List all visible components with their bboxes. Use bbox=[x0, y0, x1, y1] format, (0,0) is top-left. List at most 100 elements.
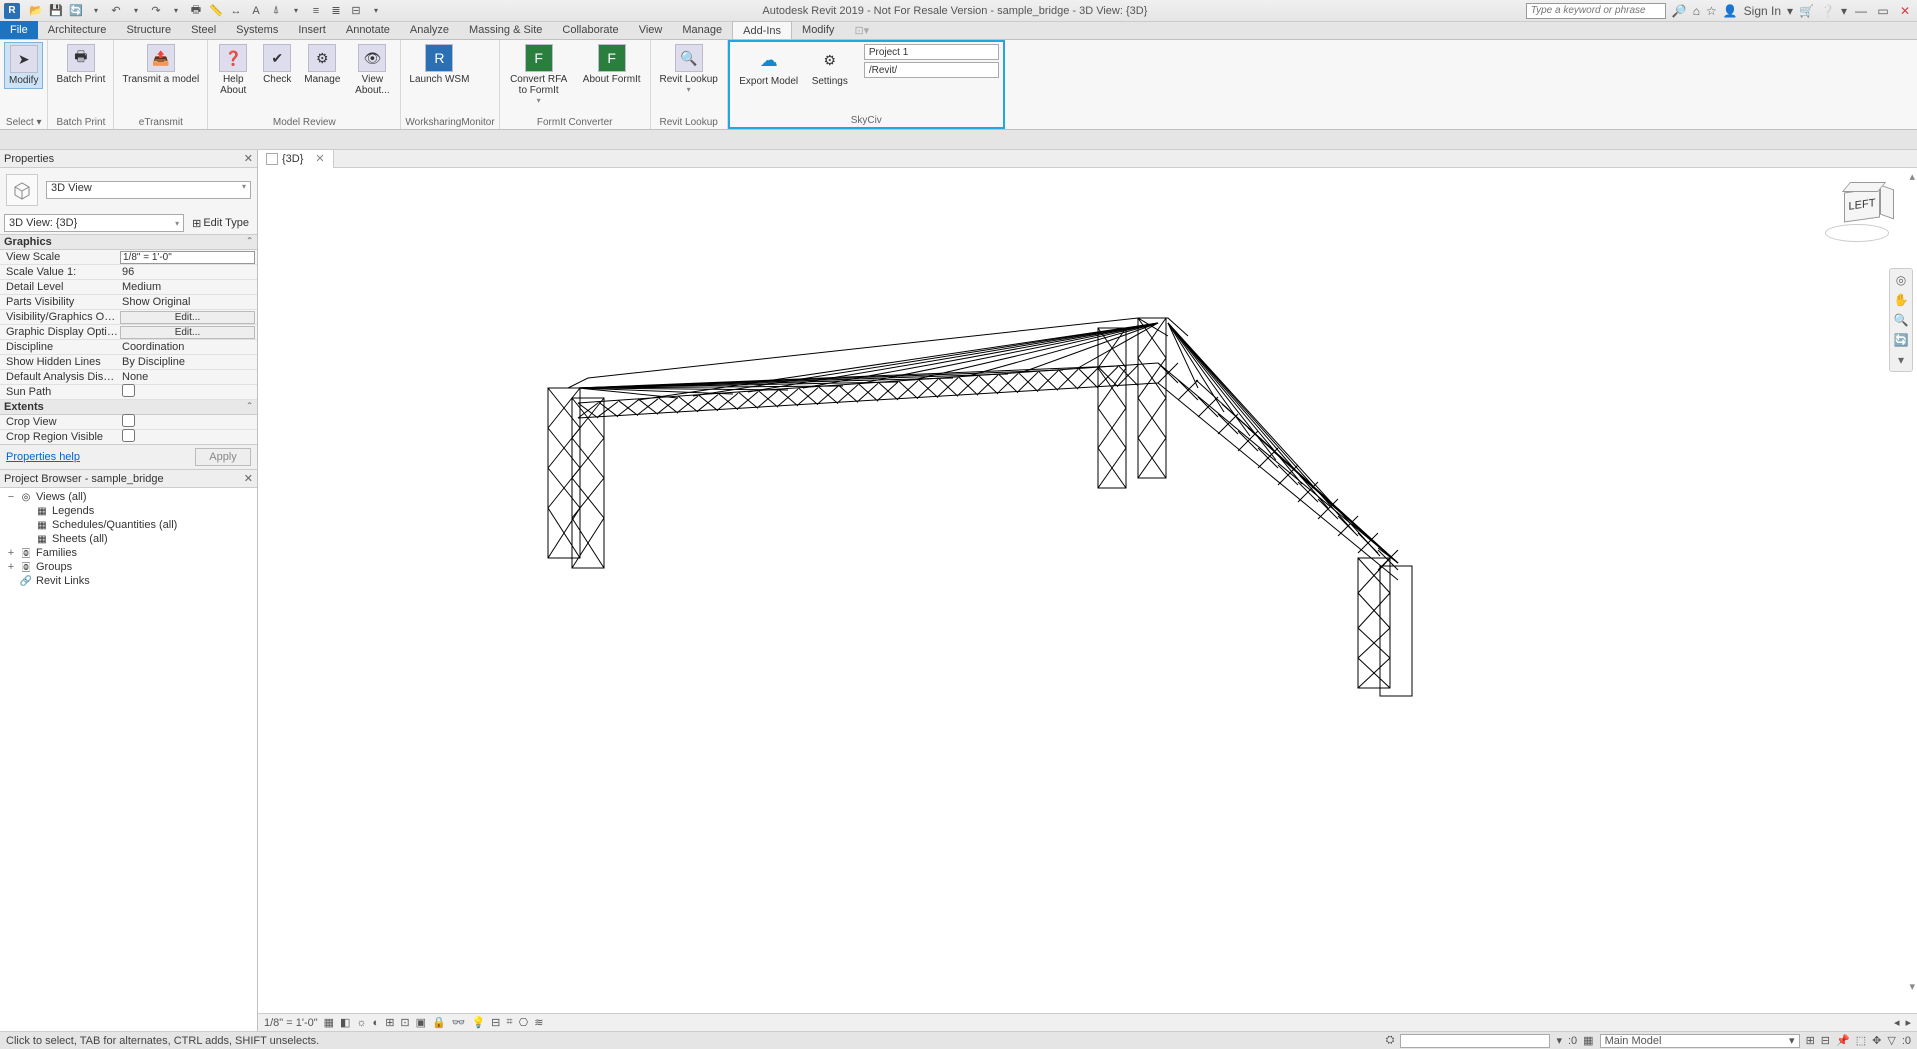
prop-row[interactable]: Crop Region Visible bbox=[0, 430, 257, 444]
undo-dropdown-icon[interactable]: ▾ bbox=[128, 3, 144, 19]
visual-style-icon[interactable]: ◧ bbox=[340, 1016, 350, 1029]
check-button[interactable]: ✔ Check bbox=[258, 42, 296, 87]
help-dropdown-icon[interactable]: ▾ bbox=[1841, 4, 1847, 18]
search-input[interactable] bbox=[1526, 3, 1666, 19]
prop-row[interactable]: Default Analysis Display S...None bbox=[0, 370, 257, 385]
measure-icon[interactable]: 📏 bbox=[208, 3, 224, 19]
sync-icon[interactable]: 🔄 bbox=[68, 3, 84, 19]
prop-input[interactable] bbox=[120, 251, 255, 264]
select-face-icon[interactable]: ⬚ bbox=[1856, 1034, 1866, 1047]
tab-annotate[interactable]: Annotate bbox=[336, 21, 400, 39]
tab-analyze[interactable]: Analyze bbox=[400, 21, 459, 39]
prop-row[interactable]: Visibility/Graphics Overri...Edit... bbox=[0, 310, 257, 325]
signin-dropdown-icon[interactable]: ▾ bbox=[1787, 4, 1793, 18]
viewcube-face[interactable]: LEFT bbox=[1844, 187, 1880, 222]
type-selector[interactable]: 3D View ▾ bbox=[46, 181, 251, 199]
vcbar-scroll-right-icon[interactable]: ▸ bbox=[1905, 1016, 1911, 1029]
detail-level-icon[interactable]: ▦ bbox=[324, 1016, 334, 1029]
prop-value[interactable]: By Discipline bbox=[118, 356, 257, 368]
properties-list[interactable]: Graphics ⌃ View ScaleScale Value 1:96Det… bbox=[0, 234, 257, 444]
tree-item[interactable]: +🀙Groups bbox=[4, 560, 253, 574]
export-model-button[interactable]: ☁ Export Model bbox=[734, 44, 804, 89]
prop-row[interactable]: Show Hidden LinesBy Discipline bbox=[0, 355, 257, 370]
expand-icon[interactable]: + bbox=[6, 561, 16, 573]
tree-item[interactable]: ▦Schedules/Quantities (all) bbox=[4, 518, 253, 532]
text-icon[interactable]: A bbox=[248, 3, 264, 19]
tree-item[interactable]: 🔗Revit Links bbox=[4, 574, 253, 588]
manage-button[interactable]: ⚙ Manage bbox=[300, 42, 344, 87]
background-icon[interactable]: :0 bbox=[1902, 1035, 1911, 1047]
tree-item[interactable]: ▦Sheets (all) bbox=[4, 532, 253, 546]
prop-row[interactable]: Parts VisibilityShow Original bbox=[0, 295, 257, 310]
tab-insert[interactable]: Insert bbox=[288, 21, 336, 39]
select-underlay-icon[interactable]: ⊟ bbox=[1821, 1034, 1830, 1047]
infocenter-search-icon[interactable]: 🔎 bbox=[1672, 4, 1687, 18]
skyciv-project-input[interactable] bbox=[864, 44, 999, 60]
view-cube[interactable]: LEFT bbox=[1817, 178, 1897, 248]
view-tab-3d[interactable]: {3D} ✕ bbox=[258, 150, 334, 168]
browser-close-icon[interactable]: ✕ bbox=[244, 472, 253, 485]
prop-checkbox[interactable] bbox=[122, 414, 135, 427]
prop-value[interactable]: Medium bbox=[118, 281, 257, 293]
temp-hide-icon[interactable]: 👓 bbox=[452, 1016, 466, 1029]
skyciv-settings-button[interactable]: ⚙ Settings bbox=[808, 44, 852, 89]
prop-row[interactable]: Sun Path bbox=[0, 385, 257, 400]
crop-icon[interactable]: ⊡ bbox=[400, 1016, 409, 1029]
tab-collaborate[interactable]: Collaborate bbox=[552, 21, 628, 39]
workset-input[interactable] bbox=[1400, 1034, 1550, 1048]
prop-row[interactable]: DisciplineCoordination bbox=[0, 340, 257, 355]
panel-select-label[interactable]: Select ▾ bbox=[4, 116, 43, 129]
select-links-icon[interactable]: ⊞ bbox=[1806, 1034, 1815, 1047]
tab-architecture[interactable]: Architecture bbox=[38, 21, 117, 39]
tab-structure[interactable]: Structure bbox=[116, 21, 181, 39]
prop-row[interactable]: View Scale bbox=[0, 250, 257, 265]
tab-manage[interactable]: Manage bbox=[672, 21, 732, 39]
convert-rfa-button[interactable]: F Convert RFA to FormIt ▾ bbox=[504, 42, 574, 107]
save-icon[interactable]: 💾 bbox=[48, 3, 64, 19]
prop-row[interactable]: Scale Value 1:96 bbox=[0, 265, 257, 280]
prop-row[interactable]: Crop View bbox=[0, 415, 257, 430]
expand-icon[interactable]: + bbox=[6, 547, 16, 559]
apply-button[interactable]: Apply bbox=[195, 448, 251, 466]
tab-modify[interactable]: Modify bbox=[792, 21, 844, 39]
orbit-icon[interactable]: 🔄 bbox=[1894, 333, 1909, 347]
workset-icon[interactable]: ⛭ bbox=[1386, 1034, 1395, 1047]
tab-file[interactable]: File bbox=[0, 21, 38, 39]
prop-row[interactable]: Detail LevelMedium bbox=[0, 280, 257, 295]
tag-icon[interactable]: ⍋ bbox=[268, 3, 284, 19]
reveal-constraints-icon[interactable]: ≋ bbox=[534, 1016, 543, 1029]
undo-icon[interactable]: ↶ bbox=[108, 3, 124, 19]
prop-value[interactable] bbox=[118, 384, 257, 400]
filter-icon[interactable]: ▽ bbox=[1887, 1034, 1895, 1047]
zoom-icon[interactable]: 🔍 bbox=[1894, 313, 1909, 327]
prop-value[interactable]: Edit... bbox=[118, 311, 257, 324]
minimize-button[interactable]: — bbox=[1853, 3, 1869, 19]
navbar-expand-icon[interactable]: ▾ bbox=[1898, 353, 1904, 367]
canvas-scroll-down-icon[interactable]: ▾ bbox=[1909, 980, 1915, 993]
close-views-icon[interactable]: ⊟ bbox=[348, 3, 364, 19]
highlight-icon[interactable]: ⎔ bbox=[519, 1016, 529, 1029]
editable-only-icon[interactable]: ▦ bbox=[1583, 1034, 1593, 1047]
reveal-hidden-icon[interactable]: 💡 bbox=[471, 1016, 485, 1029]
align-icon[interactable]: ≡ bbox=[308, 3, 324, 19]
vcbar-scroll-left-icon[interactable]: ◂ bbox=[1894, 1016, 1900, 1029]
tab-addins[interactable]: Add-Ins bbox=[732, 21, 792, 39]
canvas[interactable]: LEFT ◎ ✋ 🔍 🔄 ▾ ▴ ▾ bbox=[258, 168, 1917, 1013]
pan-icon[interactable]: ✋ bbox=[1894, 293, 1909, 307]
prop-value[interactable]: Show Original bbox=[118, 296, 257, 308]
view-scale-display[interactable]: 1/8" = 1'-0" bbox=[264, 1017, 318, 1029]
prop-edit-button[interactable]: Edit... bbox=[120, 311, 255, 324]
dimension-icon[interactable]: ↔ bbox=[228, 3, 244, 19]
prop-row[interactable]: Graphic Display OptionsEdit... bbox=[0, 325, 257, 340]
skyciv-path-input[interactable] bbox=[864, 62, 999, 78]
prop-value[interactable]: 96 bbox=[118, 266, 257, 278]
sun-path-icon[interactable]: ☼ bbox=[356, 1017, 366, 1029]
view-about-button[interactable]: 👁 View About... bbox=[348, 42, 396, 98]
modify-button[interactable]: ➤ Modify bbox=[4, 42, 43, 89]
analytical-icon[interactable]: ⌗ bbox=[506, 1016, 512, 1029]
transmit-model-button[interactable]: 📤 Transmit a model bbox=[118, 42, 203, 87]
properties-close-icon[interactable]: ✕ bbox=[244, 152, 253, 165]
prop-edit-button[interactable]: Edit... bbox=[120, 326, 255, 339]
rendering-icon[interactable]: ⊞ bbox=[385, 1016, 394, 1029]
prop-checkbox[interactable] bbox=[122, 384, 135, 397]
